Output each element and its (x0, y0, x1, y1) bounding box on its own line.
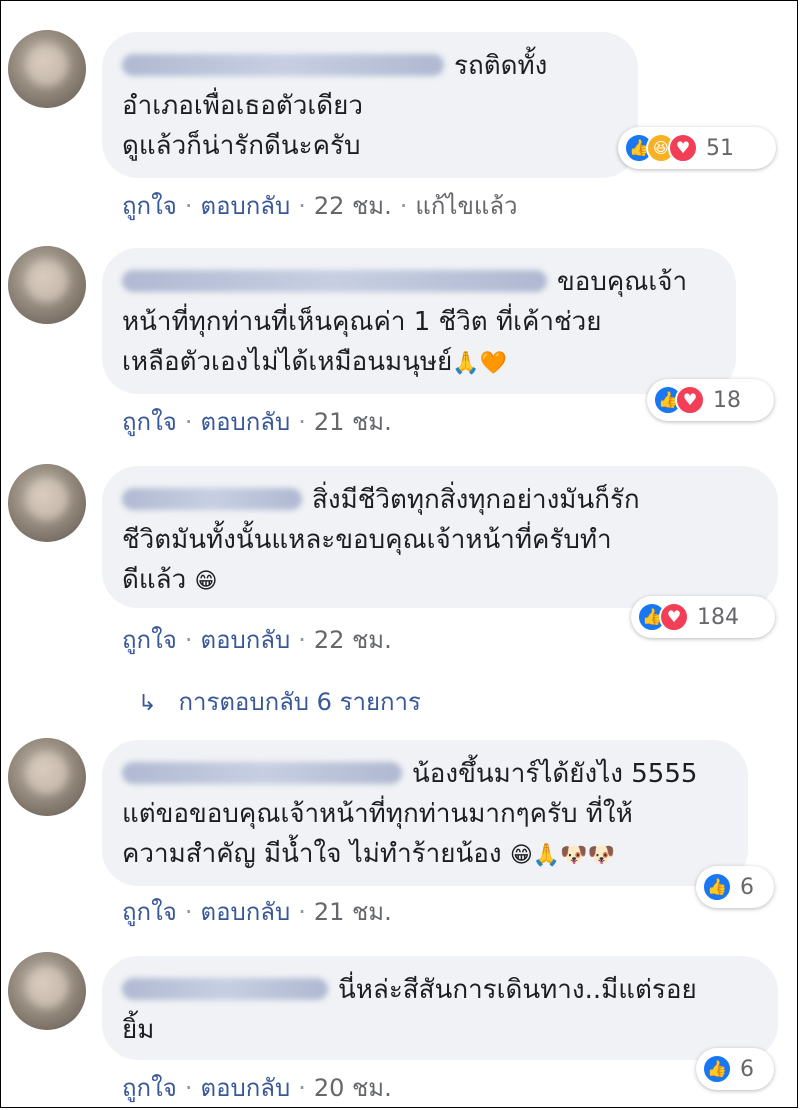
comment-bubble: นี่หล่ะสีสันการเดินทาง..มีแต่รอย ยิ้ม (102, 956, 778, 1060)
view-replies-link[interactable]: ↳ การตอบกลับ 6 รายการ (138, 682, 421, 721)
reaction-count: 184 (697, 604, 739, 630)
comment-text-line: นี่หล่ะสีสันการเดินทาง..มีแต่รอย (338, 975, 697, 1005)
reaction-summary[interactable]: 👍 6 (696, 866, 774, 908)
avatar[interactable] (8, 246, 86, 324)
comment-text-line: สิ่งมีชีวิตทุกสิ่งทุกอย่างมันก็รัก (312, 485, 640, 515)
like-icon: 👍 (702, 1054, 732, 1084)
commenter-name[interactable] (122, 978, 328, 1000)
comment-timestamp[interactable]: 20 ชม. (314, 1074, 392, 1102)
edited-label[interactable]: แก้ไขแล้ว (415, 192, 517, 220)
comment-text-line: รถติดทั้ง (454, 51, 548, 81)
reaction-summary[interactable]: 👍 ♥ 184 (631, 596, 775, 638)
comment-text-line: ดูแล้วก็น่ารักดีนะครับ (122, 131, 361, 161)
comment-bubble: รถติดทั้ง อำเภอเพื่อเธอตัวเดียว ดูแล้วก็… (102, 32, 638, 178)
reaction-count: 6 (740, 1056, 754, 1082)
comment-text-line: ยิ้ม (122, 1015, 155, 1045)
avatar[interactable] (8, 738, 86, 816)
comment-text-line: อำเภอเพื่อเธอตัวเดียว (122, 91, 363, 121)
reaction-summary[interactable]: 👍 ♥ 18 (647, 379, 774, 421)
like-button[interactable]: ถูกใจ (122, 192, 177, 220)
comment-actions: ถูกใจ · ตอบกลับ · 22 ชม. (122, 626, 392, 654)
commenter-name[interactable] (122, 762, 402, 784)
like-button[interactable]: ถูกใจ (122, 408, 177, 436)
comment-text-line: น้องขึ้นมาร์ได้ยังไง 5555 (412, 759, 698, 789)
commenter-name[interactable] (122, 270, 547, 292)
comment-timestamp[interactable]: 22 ชม. (314, 192, 392, 220)
reaction-count: 6 (740, 874, 754, 900)
reply-button[interactable]: ตอบกลับ (200, 192, 290, 220)
commenter-name[interactable] (122, 488, 302, 510)
avatar[interactable] (8, 952, 86, 1030)
comment-bubble: ขอบคุณเจ้า หน้าที่ทุกท่านที่เห็นคุณค่า 1… (102, 248, 736, 394)
love-icon: ♥ (675, 385, 705, 415)
like-button[interactable]: ถูกใจ (122, 626, 177, 654)
comment-timestamp[interactable]: 21 ชม. (314, 408, 392, 436)
comment-text-line: ดีแล้ว (122, 565, 187, 595)
like-button[interactable]: ถูกใจ (122, 898, 177, 926)
reply-button[interactable]: ตอบกลับ (200, 408, 290, 436)
reaction-summary[interactable]: 👍 😆 ♥ 51 (618, 127, 776, 169)
reply-button[interactable]: ตอบกลับ (200, 1074, 290, 1102)
comment-timestamp[interactable]: 22 ชม. (314, 626, 392, 654)
comment-timestamp[interactable]: 21 ชม. (314, 898, 392, 926)
comment-actions: ถูกใจ · ตอบกลับ · 21 ชม. (122, 408, 392, 436)
avatar[interactable] (8, 464, 86, 542)
commenter-name[interactable] (122, 54, 444, 76)
reaction-summary[interactable]: 👍 6 (696, 1048, 774, 1090)
love-icon: ♥ (659, 602, 689, 632)
reply-button[interactable]: ตอบกลับ (200, 898, 290, 926)
avatar[interactable] (8, 30, 86, 108)
reaction-count: 51 (706, 135, 734, 161)
love-icon: ♥ (668, 133, 698, 163)
comment-text-line: ความสำคัญ มีน้ำใจ ไม่ทำร้ายน้อง (122, 839, 502, 869)
reply-button[interactable]: ตอบกลับ (200, 626, 290, 654)
comment-bubble: สิ่งมีชีวิตทุกสิ่งทุกอย่างมันก็รัก ชีวิต… (102, 466, 778, 608)
comment-actions: ถูกใจ · ตอบกลับ · 20 ชม. (122, 1074, 392, 1102)
reply-arrow-icon: ↳ (138, 691, 157, 716)
like-icon: 👍 (702, 872, 732, 902)
comment-actions: ถูกใจ · ตอบกลับ · 21 ชม. (122, 898, 392, 926)
like-button[interactable]: ถูกใจ (122, 1074, 177, 1102)
view-replies-label: การตอบกลับ 6 รายการ (178, 688, 421, 716)
comment-text-line: แต่ขอขอบคุณเจ้าหน้าที่ทุกท่านมากๆครับ ที… (122, 799, 633, 829)
emoji-tail: 😁🙏🐶🐶 (509, 843, 615, 868)
emoji-tail: 😁 (194, 569, 218, 594)
comment-text-line: ขอบคุณเจ้า (557, 267, 688, 297)
reaction-count: 18 (713, 387, 741, 413)
comment-bubble: น้องขึ้นมาร์ได้ยังไง 5555 แต่ขอขอบคุณเจ้… (102, 740, 748, 886)
emoji-tail: 🙏🧡 (452, 351, 508, 376)
comment-text-line: หน้าที่ทุกท่านที่เห็นคุณค่า 1 ชีวิต ที่เ… (122, 307, 602, 337)
comment-actions: ถูกใจ · ตอบกลับ · 22 ชม. · แก้ไขแล้ว (122, 192, 518, 220)
comment-text-line: ชีวิตมันทั้งนั้นแหละขอบคุณเจ้าหน้าที่ครั… (122, 525, 612, 555)
comment-text-line: เหลือตัวเองไม่ได้เหมือนมนุษย์ (122, 347, 453, 377)
